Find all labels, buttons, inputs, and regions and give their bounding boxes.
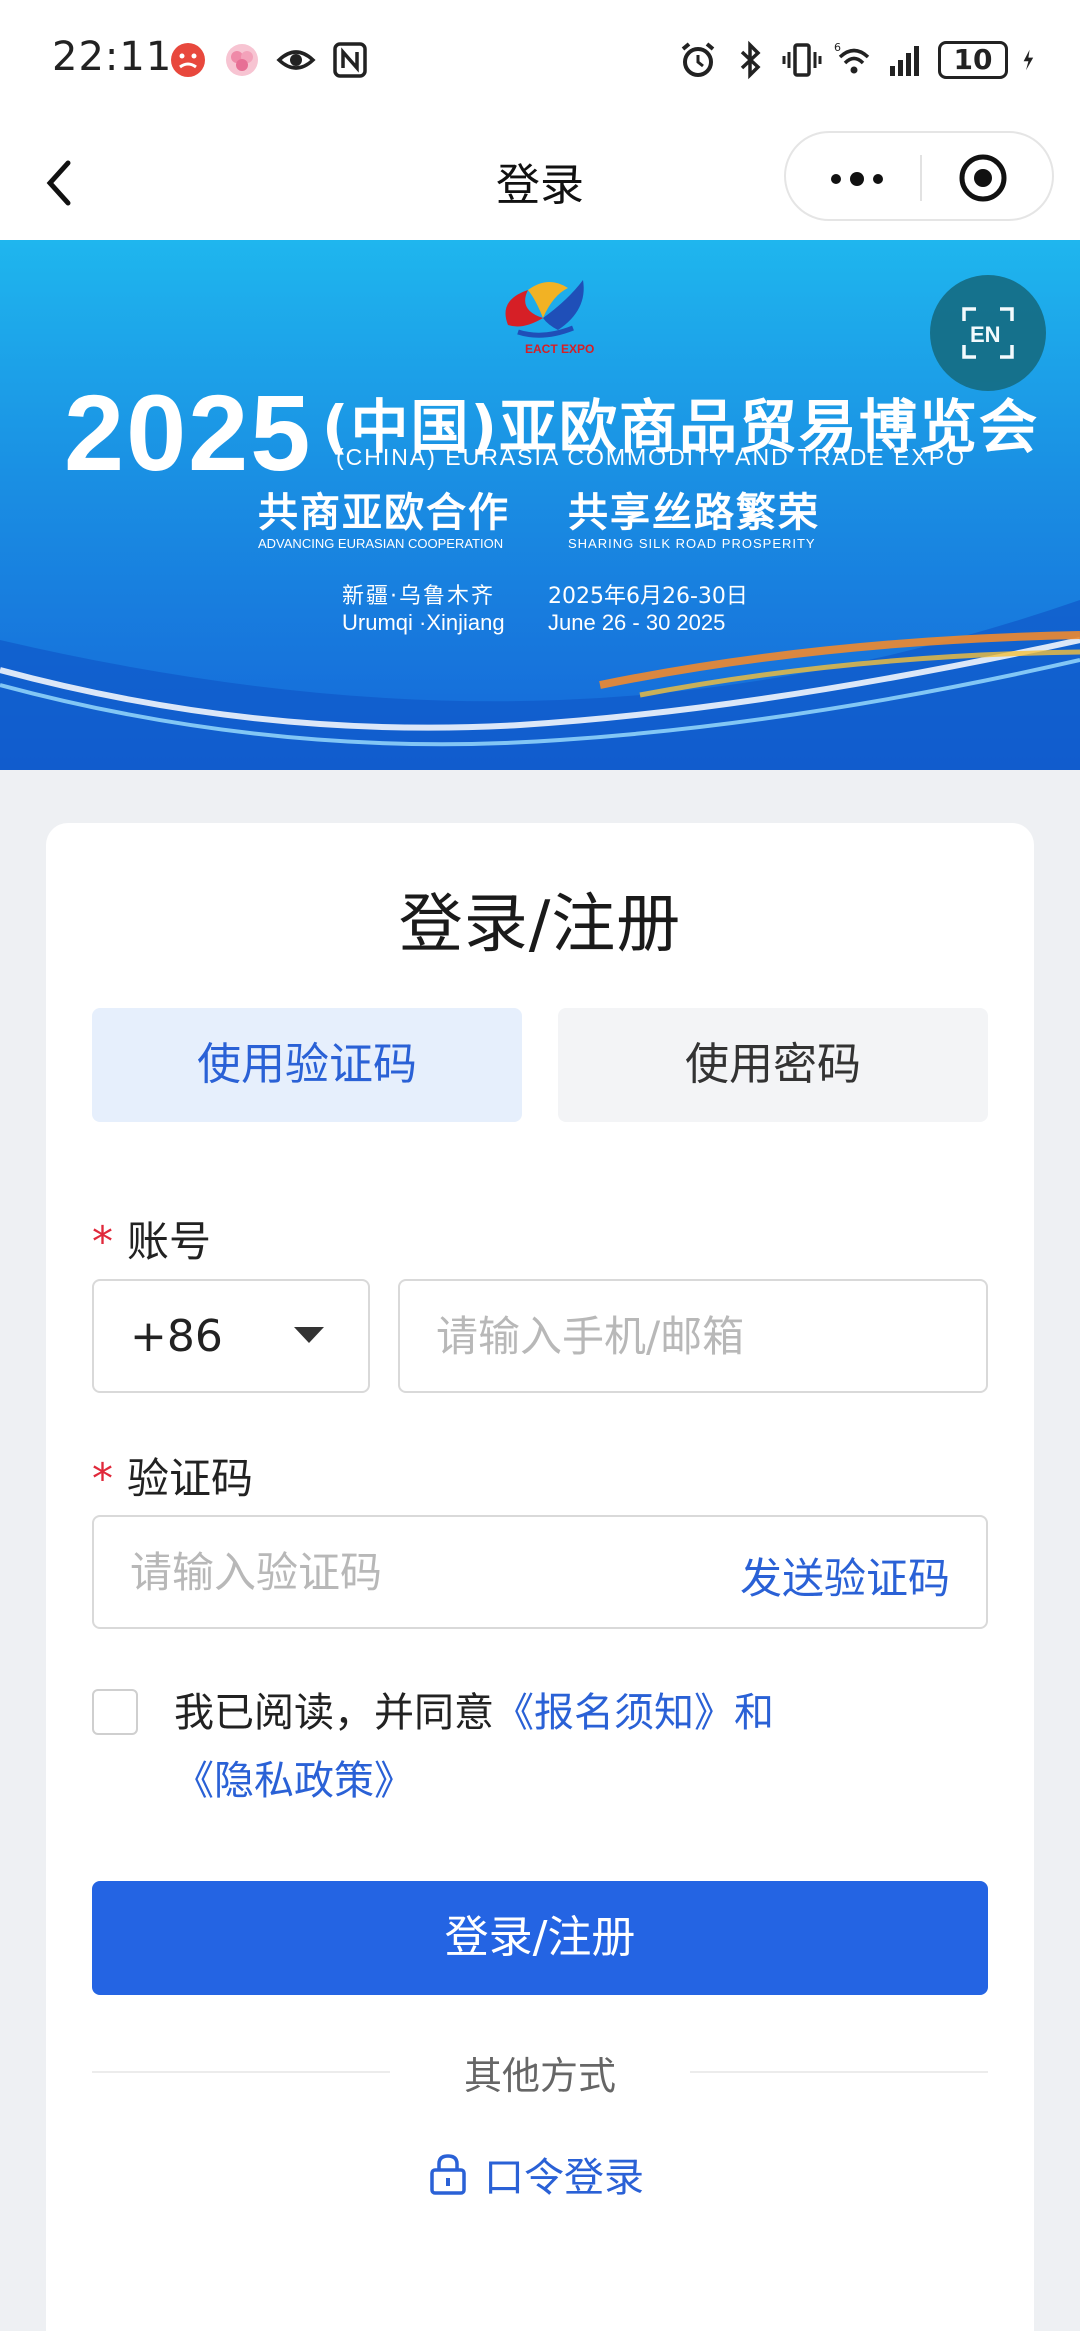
signal-icon: [890, 46, 919, 76]
tab-verification-code[interactable]: 使用验证码: [92, 1008, 522, 1122]
battery-indicator: 10: [938, 41, 1008, 79]
date-cn: 2025年6月26-30日: [548, 584, 748, 609]
svg-text:EN: EN: [970, 322, 1001, 347]
banner-year: 2025: [64, 372, 313, 493]
country-code-select[interactable]: +86: [92, 1279, 370, 1393]
alarm-icon: [681, 42, 715, 77]
slogan-prosperity-en: SHARING SILK ROAD PROSPERITY: [568, 536, 816, 551]
language-toggle-button[interactable]: EN: [930, 275, 1046, 391]
venue-cn: 新疆·乌鲁木齐: [342, 584, 495, 609]
slogan-cooperation: 共商亚欧合作: [258, 490, 510, 536]
banner-subtitle-en: (CHINA) EURASIA COMMODITY AND TRADE EXPO: [336, 444, 966, 470]
slogan-prosperity: 共享丝路繁荣: [568, 490, 820, 536]
send-code-button[interactable]: 发送验证码: [740, 1545, 950, 1606]
required-asterisk: *: [92, 1217, 113, 1266]
code-field: 发送验证码: [92, 1515, 988, 1629]
venue-en: Urumqi ·Xinjiang: [342, 610, 505, 635]
divider-right: [690, 2071, 988, 2073]
capsule-divider: [920, 155, 922, 201]
expo-banner: EACT EXPO 2025 (中国)亚欧商品贸易博览会 (CHINA) EUR…: [0, 240, 1080, 770]
angry-face-icon: [171, 43, 205, 77]
date-en: June 26 - 30 2025: [548, 610, 726, 635]
miniprogram-capsule: [784, 131, 1054, 221]
agreement-checkbox[interactable]: [92, 1689, 138, 1735]
eye-icon: [276, 50, 316, 70]
status-time: 22:11: [52, 34, 173, 80]
caret-down-icon: [294, 1327, 324, 1343]
account-label: * 账号: [92, 1217, 212, 1266]
code-label: * 验证码: [92, 1454, 254, 1503]
code-input[interactable]: [94, 1517, 694, 1627]
status-bar: 22:11 6 10: [0, 0, 1080, 125]
token-login-label: 口令登录: [484, 2155, 644, 2201]
login-card: 登录/注册 使用验证码 使用密码 *账号 +86 *验证码 发送验证码 我已阅读…: [46, 823, 1034, 2331]
flower-icon: [226, 44, 258, 76]
close-miniprogram-icon[interactable]: [958, 153, 1008, 203]
nfc-icon: [333, 42, 367, 78]
agreement-text: 我已阅读，并同意《报名须知》和《隐私政策》: [174, 1690, 774, 1804]
account-input[interactable]: [398, 1279, 988, 1393]
lock-icon: [430, 2154, 466, 2195]
login-register-button[interactable]: 登录/注册: [92, 1881, 988, 1995]
token-login-button[interactable]: 口令登录: [428, 2145, 644, 2203]
country-code-value: +86: [130, 1311, 223, 1362]
login-title: 登录/注册: [398, 888, 682, 962]
language-en-icon: EN: [962, 307, 1014, 359]
bluetooth-icon: [740, 40, 761, 80]
privacy-policy-link[interactable]: 《隐私政策》: [174, 1758, 414, 1804]
nav-bar: 登录: [0, 125, 1080, 240]
registration-notice-link[interactable]: 《报名须知》: [494, 1690, 734, 1736]
more-dots-icon[interactable]: [822, 159, 892, 199]
vibrate-icon: [782, 43, 822, 77]
svg-text:6: 6: [834, 41, 841, 54]
tab-password[interactable]: 使用密码: [558, 1008, 988, 1122]
wifi-6-icon: 6: [834, 41, 870, 74]
logo-text: EACT EXPO: [525, 342, 595, 356]
required-asterisk: *: [92, 1454, 113, 1503]
slogan-cooperation-en: ADVANCING EURASIAN COOPERATION: [258, 536, 504, 551]
charging-icon: [1023, 49, 1034, 71]
